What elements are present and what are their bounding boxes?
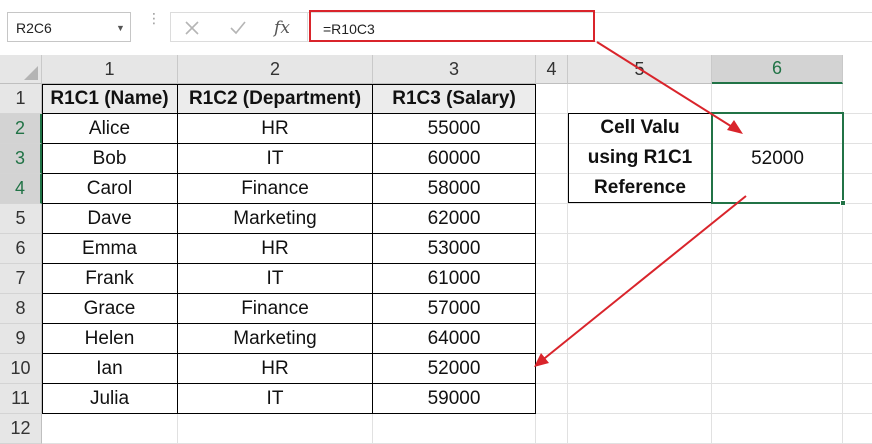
lookup-label-line: using R1C1 bbox=[587, 147, 693, 168]
table-cell[interactable]: Helen bbox=[42, 324, 178, 354]
chevron-down-icon[interactable]: ▼ bbox=[116, 23, 125, 33]
table-cell[interactable]: 62000 bbox=[373, 204, 536, 234]
table-cell[interactable]: Alice bbox=[42, 114, 178, 144]
table-cell[interactable]: Marketing bbox=[178, 324, 373, 354]
table-cell[interactable]: Julia bbox=[42, 384, 178, 414]
row-header-11[interactable]: 11 bbox=[0, 384, 42, 414]
row-header-7[interactable]: 7 bbox=[0, 264, 42, 294]
name-box[interactable]: R2C6 ▼ bbox=[7, 12, 131, 42]
formula-bar: R2C6 ▼ ⋮ fx =R10C3 bbox=[0, 0, 872, 55]
table-header-cell[interactable]: R1C2 (Department) bbox=[178, 84, 373, 114]
table-cell[interactable]: Carol bbox=[42, 174, 178, 204]
table-cell[interactable]: 59000 bbox=[373, 384, 536, 414]
worksheet-grid[interactable]: 123456 1 2 3 4 5 6 7 8 9 10 11 12 R1C1 (Name) R1C2 (… bbox=[0, 55, 872, 444]
row-header-3[interactable]: 3 bbox=[0, 144, 42, 174]
lookup-label-line: Reference bbox=[594, 177, 686, 198]
column-header-2[interactable]: 2 bbox=[178, 55, 373, 84]
table-cell[interactable]: Dave bbox=[42, 204, 178, 234]
table-cell[interactable]: HR bbox=[178, 354, 373, 384]
table-cell[interactable]: Emma bbox=[42, 234, 178, 264]
table-cell[interactable]: 58000 bbox=[373, 174, 536, 204]
table-cell[interactable]: 61000 bbox=[373, 264, 536, 294]
row-header-5[interactable]: 5 bbox=[0, 204, 42, 234]
table-top-border bbox=[42, 84, 536, 85]
active-cell-selection bbox=[711, 112, 844, 204]
table-cell[interactable]: 57000 bbox=[373, 294, 536, 324]
table-cell[interactable]: HR bbox=[178, 114, 373, 144]
table-cell[interactable]: IT bbox=[178, 264, 373, 294]
fill-handle[interactable] bbox=[840, 200, 846, 206]
drag-handle-icon[interactable]: ⋮ bbox=[147, 11, 161, 38]
table-cell[interactable]: Marketing bbox=[178, 204, 373, 234]
table-cell[interactable]: Finance bbox=[178, 174, 373, 204]
row-header-10[interactable]: 10 bbox=[0, 354, 42, 384]
row-header-12[interactable]: 12 bbox=[0, 414, 42, 444]
lookup-label-cell[interactable]: Cell Valu using R1C1 Reference bbox=[568, 113, 712, 203]
row-header-8[interactable]: 8 bbox=[0, 294, 42, 324]
table-cell[interactable]: Bob bbox=[42, 144, 178, 174]
table-cell[interactable]: IT bbox=[178, 384, 373, 414]
table-cell[interactable]: 60000 bbox=[373, 144, 536, 174]
column-header-4[interactable]: 4 bbox=[536, 55, 568, 84]
column-header-3[interactable]: 3 bbox=[373, 55, 536, 84]
table-cell[interactable]: Ian bbox=[42, 354, 178, 384]
column-header-1[interactable]: 1 bbox=[42, 55, 178, 84]
row-header-9[interactable]: 9 bbox=[0, 324, 42, 354]
table-cell[interactable]: 55000 bbox=[373, 114, 536, 144]
column-header-5[interactable]: 5 bbox=[568, 55, 712, 84]
cancel-icon[interactable] bbox=[179, 15, 205, 41]
table-cell[interactable]: 52000 bbox=[373, 354, 536, 384]
insert-function-button[interactable]: fx bbox=[269, 15, 295, 41]
row-header-2[interactable]: 2 bbox=[0, 114, 42, 144]
lookup-label-line: Cell Valu bbox=[600, 117, 680, 138]
table-cell[interactable]: 53000 bbox=[373, 234, 536, 264]
table-header-cell[interactable]: R1C1 (Name) bbox=[42, 84, 178, 114]
select-all-button[interactable] bbox=[0, 55, 42, 84]
row-header-4[interactable]: 4 bbox=[0, 174, 42, 204]
select-all-triangle-icon bbox=[24, 66, 38, 80]
row-header-6[interactable]: 6 bbox=[0, 234, 42, 264]
column-header-6[interactable]: 6 bbox=[712, 55, 843, 84]
table-cell[interactable]: Frank bbox=[42, 264, 178, 294]
checkmark-icon[interactable] bbox=[225, 15, 251, 41]
table-cell[interactable]: IT bbox=[178, 144, 373, 174]
name-box-value: R2C6 bbox=[16, 20, 52, 36]
table-header-cell[interactable]: R1C3 (Salary) bbox=[373, 84, 536, 114]
table-cell[interactable]: HR bbox=[178, 234, 373, 264]
table-cell[interactable]: Grace bbox=[42, 294, 178, 324]
formula-buttons: fx bbox=[170, 12, 308, 42]
table-cell[interactable]: 64000 bbox=[373, 324, 536, 354]
table-left-border bbox=[42, 84, 43, 414]
table-cell[interactable]: Finance bbox=[178, 294, 373, 324]
row-header-1[interactable]: 1 bbox=[0, 84, 42, 114]
formula-highlight-box bbox=[309, 10, 595, 42]
